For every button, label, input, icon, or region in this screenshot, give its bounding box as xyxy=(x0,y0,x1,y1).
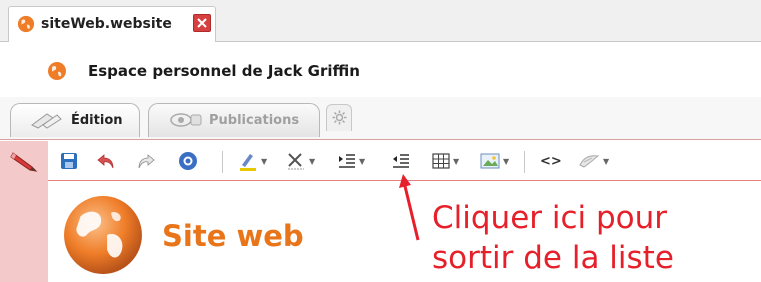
image-icon xyxy=(480,153,500,169)
pencil-tool-icon xyxy=(31,113,62,129)
help-icon xyxy=(179,152,197,170)
annotation-text: Cliquer ici pour sortir de la liste xyxy=(432,198,752,278)
clean-icon xyxy=(579,155,600,168)
pencil-icon xyxy=(10,152,38,172)
document-tab-title: siteWeb.website xyxy=(41,16,172,32)
save-icon xyxy=(61,153,77,169)
eye-icon xyxy=(170,113,202,127)
toolbar-separator xyxy=(524,151,525,173)
editor-tabs: Édition Publications xyxy=(0,97,761,140)
annotation-arrow-icon xyxy=(399,174,420,241)
tab-publications[interactable]: Publications xyxy=(148,103,320,137)
save-button[interactable] xyxy=(60,150,78,172)
gear-icon xyxy=(332,110,347,125)
space-title: Espace personnel de Jack Griffin xyxy=(88,62,360,80)
document-tab[interactable]: siteWeb.website xyxy=(8,6,216,42)
highlight-button[interactable]: ▼ xyxy=(238,150,267,172)
clear-format-icon xyxy=(288,153,304,170)
tab-edition[interactable]: Édition xyxy=(10,103,140,137)
globe-icon xyxy=(48,62,66,80)
annotation-line-2: sortir de la liste xyxy=(432,240,674,276)
outdent-button[interactable] xyxy=(392,150,410,172)
indent-button[interactable]: ▼ xyxy=(338,150,365,172)
close-tab-button[interactable] xyxy=(193,14,211,32)
site-name-heading: Site web xyxy=(162,219,304,253)
clear-format-button[interactable]: ▼ xyxy=(286,150,315,172)
chevron-down-icon: ▼ xyxy=(309,156,316,166)
indent-icon xyxy=(339,154,355,168)
settings-tab[interactable] xyxy=(326,104,352,131)
undo-icon xyxy=(97,154,114,169)
redo-icon xyxy=(138,154,155,169)
table-button[interactable]: ▼ xyxy=(432,150,459,172)
globe-icon xyxy=(17,15,35,33)
tab-edition-label: Édition xyxy=(71,113,123,128)
redo-button[interactable] xyxy=(136,150,156,172)
chevron-down-icon: ▼ xyxy=(603,156,610,166)
image-button[interactable]: ▼ xyxy=(480,150,509,172)
table-icon xyxy=(432,153,450,169)
outdent-icon xyxy=(393,154,409,168)
undo-button[interactable] xyxy=(96,150,116,172)
window-tab-strip: siteWeb.website xyxy=(0,0,761,42)
toolbar-separator xyxy=(222,151,223,173)
tab-publications-label: Publications xyxy=(209,113,300,128)
space-header: Espace personnel de Jack Griffin xyxy=(0,43,761,97)
highlight-icon xyxy=(240,154,256,171)
chevron-down-icon: ▼ xyxy=(261,156,268,166)
chevron-down-icon: ▼ xyxy=(503,156,510,166)
help-button[interactable] xyxy=(178,150,198,172)
site-logo-icon xyxy=(64,196,142,274)
chevron-down-icon: ▼ xyxy=(359,156,366,166)
code-button[interactable]: <> xyxy=(540,150,562,172)
chevron-down-icon: ▼ xyxy=(453,156,460,166)
code-icon: <> xyxy=(540,153,562,169)
clean-button[interactable]: ▼ xyxy=(578,150,609,172)
annotation-line-1: Cliquer ici pour xyxy=(432,200,668,236)
close-icon xyxy=(197,18,207,28)
